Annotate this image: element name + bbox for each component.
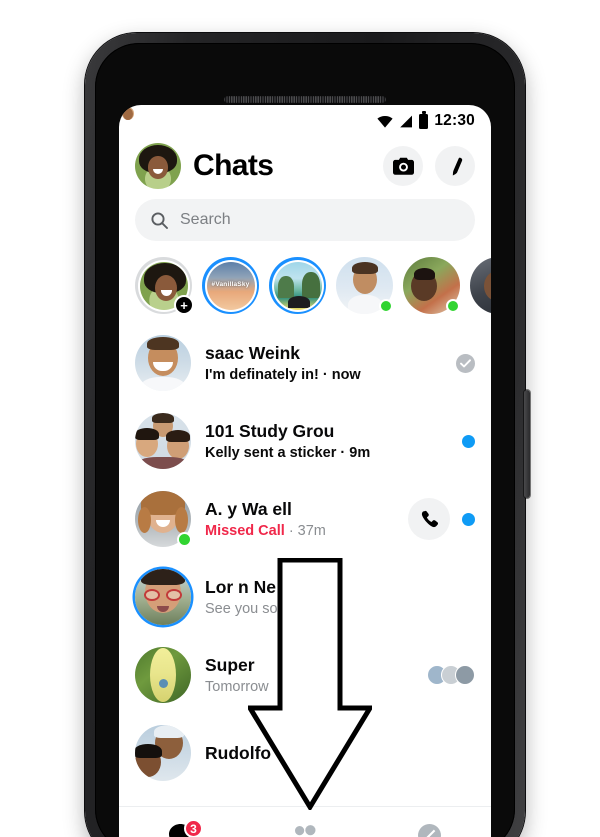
- app-header: Chats: [119, 135, 491, 199]
- chat-name: Rudolfo & D n: [205, 742, 322, 763]
- chat-meta: Rudolfo & D n: [205, 743, 461, 764]
- story-contact-1[interactable]: [336, 257, 393, 314]
- compose-button[interactable]: [435, 146, 475, 186]
- chat-snippet-text: Kelly sent a sticker: [205, 445, 337, 461]
- chat-list-item[interactable]: 101 Study Grou Kelly sent a sticker · 9m: [119, 402, 491, 480]
- chat-meta: Super Tomorrow: [205, 655, 413, 695]
- online-status-dot: [177, 532, 192, 547]
- power-button[interactable]: [524, 390, 530, 498]
- chat-list[interactable]: saac Weink I'm definately in! · now 101 …: [119, 107, 491, 792]
- chat-name: 101 Study Grou: [205, 421, 335, 441]
- chat-name: saac Weink: [205, 343, 301, 363]
- chats-unread-badge: 3: [184, 819, 203, 837]
- chat-row-status: [408, 498, 475, 540]
- phone-handset-icon: [421, 510, 438, 527]
- story-vanillasky[interactable]: #VanillaSky: [202, 257, 259, 314]
- chat-time: now: [331, 367, 361, 383]
- chat-row-status: [122, 107, 475, 685]
- search-input[interactable]: Search: [135, 199, 475, 241]
- add-story-plus-badge[interactable]: +: [174, 295, 194, 315]
- unread-dot: [462, 512, 475, 526]
- tab-discover[interactable]: [367, 807, 491, 837]
- call-back-button[interactable]: [408, 498, 450, 540]
- chat-snippet-text: I'm definately in!: [205, 367, 319, 383]
- seen-check-icon: [456, 353, 475, 373]
- chat-snippet: Missed Call · 37m: [205, 523, 326, 539]
- avatar[interactable]: [135, 725, 191, 781]
- search-placeholder: Search: [180, 211, 231, 228]
- search-icon: [151, 211, 168, 229]
- status-bar-clock: 12:30: [434, 112, 475, 129]
- chat-meta: 101 Study Grou Kelly sent a sticker · 9m: [205, 421, 448, 461]
- phone-screen: 12:30 Chats Search + #VanillaSky saac We…: [119, 105, 491, 837]
- search-section: Search: [119, 199, 491, 251]
- screenshot-stage: 12:30 Chats Search + #VanillaSky saac We…: [0, 0, 600, 837]
- story-contact-2[interactable]: [403, 257, 460, 314]
- chat-snippet-text: See you soo: [205, 601, 286, 617]
- chat-name: A. y Wa ell: [205, 499, 292, 519]
- chat-time: 37m: [297, 523, 326, 539]
- story-your-story[interactable]: +: [135, 257, 194, 315]
- story-caption: #VanillaSky: [211, 280, 250, 288]
- chat-row-status: [462, 434, 475, 448]
- chat-snippet: I'm definately in! · now: [205, 367, 361, 383]
- people-icon: [295, 824, 316, 835]
- camera-button[interactable]: [383, 146, 423, 186]
- chat-meta: A. y Wa ell Missed Call · 37m: [205, 499, 394, 539]
- avatar[interactable]: [135, 569, 191, 625]
- online-status-dot: [379, 299, 393, 313]
- online-status-dot: [446, 299, 460, 313]
- chat-list-item[interactable]: A. y Wa ell Missed Call · 37m: [119, 480, 491, 558]
- chat-list-item[interactable]: Super Tomorrow: [119, 107, 491, 714]
- chat-snippet: Tomorrow: [205, 679, 413, 695]
- chat-list-item[interactable]: saac Weink I'm definately in! · now: [119, 324, 491, 402]
- chat-list-item[interactable]: Rudolfo & D n: [119, 714, 491, 792]
- chat-time: 9m: [349, 445, 371, 461]
- chat-snippet: See you soo: [205, 601, 461, 617]
- chat-list-item[interactable]: Lor n Ne See you soo: [119, 558, 491, 636]
- compose-pencil-icon: [452, 157, 462, 175]
- story-beach[interactable]: [269, 257, 326, 314]
- avatar[interactable]: [135, 413, 191, 469]
- tab-chats[interactable]: 3: [119, 807, 243, 837]
- facepile-avatar: [123, 108, 475, 685]
- page-title: Chats: [193, 149, 274, 182]
- chat-meta: Lor n Ne See you soo: [205, 577, 461, 617]
- status-bar: 12:30: [119, 105, 491, 135]
- chat-snippet: Kelly sent a sticker · 9m: [205, 445, 371, 461]
- unread-dot: [462, 434, 475, 448]
- chat-name: Lor n Ne: [205, 577, 276, 597]
- chat-meta: saac Weink I'm definately in! · now: [205, 343, 442, 383]
- chat-name: Super: [205, 655, 255, 675]
- avatar[interactable]: [135, 491, 192, 547]
- avatar[interactable]: [135, 335, 191, 391]
- earpiece-speaker-grille: [224, 96, 386, 103]
- cellular-signal-icon: [400, 115, 413, 127]
- battery-icon: [419, 111, 429, 129]
- chat-row-status: [456, 353, 475, 373]
- tab-people[interactable]: [243, 807, 367, 837]
- wifi-icon: [377, 115, 393, 128]
- group-facepile: [122, 107, 475, 685]
- camera-icon: [392, 157, 414, 175]
- chat-snippet-text: Tomorrow: [205, 679, 269, 695]
- profile-avatar[interactable]: [135, 143, 181, 189]
- stories-row[interactable]: + #VanillaSky: [119, 251, 491, 324]
- avatar[interactable]: [135, 647, 191, 703]
- bottom-tab-bar[interactable]: 3: [119, 806, 491, 837]
- missed-call-label: Missed Call: [205, 523, 285, 539]
- story-contact-3[interactable]: [470, 257, 491, 314]
- discover-compass-icon: [417, 823, 441, 837]
